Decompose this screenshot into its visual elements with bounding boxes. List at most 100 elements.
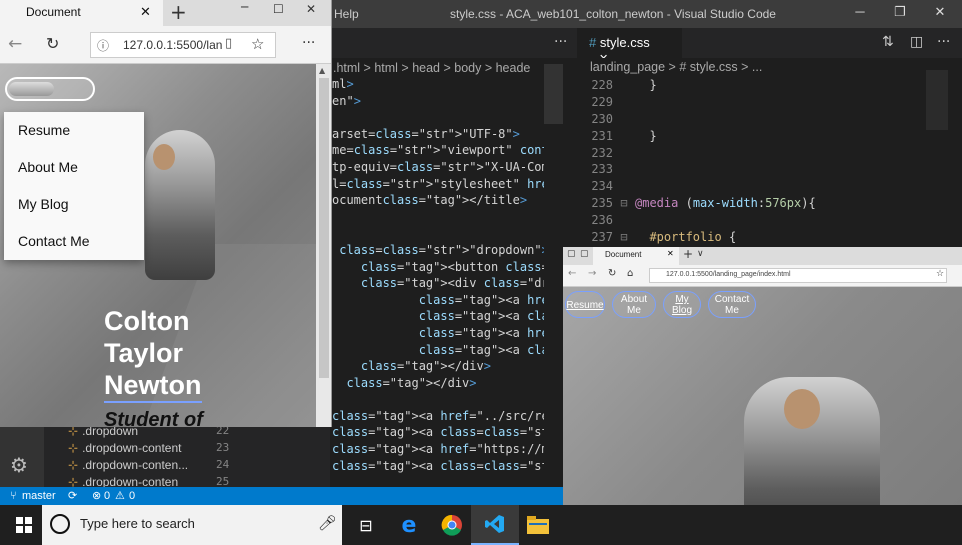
fold-icon[interactable] xyxy=(613,77,635,94)
split-editor-icon[interactable]: ◫ xyxy=(910,34,923,50)
preview-tab[interactable]: Document ✕ xyxy=(593,247,679,265)
nav-about[interactable]: About Me xyxy=(612,291,656,318)
code-line[interactable]: class="tag"><a href="../src/resume/resum… xyxy=(332,408,544,425)
nav-resume[interactable]: Resume xyxy=(565,291,605,318)
fold-icon[interactable] xyxy=(613,212,635,229)
menu-item-about[interactable]: About Me xyxy=(18,159,78,175)
fold-icon[interactable] xyxy=(613,94,635,111)
chrome-taskbar-icon[interactable] xyxy=(428,505,476,545)
fold-icon[interactable]: ⊟ xyxy=(613,195,635,212)
reading-view-icon[interactable]: ▯ xyxy=(225,36,232,51)
left-code-editor[interactable]: ml> en"> arset=class="str">"UTF-8"> me=cla… xyxy=(332,76,544,486)
nav-blog[interactable]: My Blog xyxy=(663,291,701,318)
sync-icon[interactable]: ⟳ xyxy=(68,489,77,502)
refresh-icon[interactable]: ↻ xyxy=(46,34,59,53)
gear-icon[interactable]: ⚙ xyxy=(10,453,28,477)
back-icon[interactable]: ← xyxy=(8,34,22,54)
microphone-icon[interactable]: 🎤︎ xyxy=(318,514,337,532)
favorite-star-icon[interactable]: ☆ xyxy=(936,269,944,279)
code-line[interactable]: class="tag"><a class=class="str">"has-bo… xyxy=(332,458,544,475)
fold-icon[interactable] xyxy=(613,128,635,145)
code-text[interactable]: } xyxy=(635,128,656,145)
address-bar[interactable]: 127.0.0.1:5500/landing_page/index.html ☆ xyxy=(649,268,947,283)
code-line[interactable]: 230 xyxy=(577,111,922,128)
code-line[interactable]: class="tag"><a class="has-border xyxy=(332,342,544,359)
code-line[interactable] xyxy=(332,209,544,226)
task-view-icon[interactable]: ⊟ xyxy=(342,505,390,545)
minimize-icon[interactable]: ─ xyxy=(850,4,870,19)
edge-tab[interactable]: Document ✕ xyxy=(0,0,163,26)
right-code-editor[interactable]: 228 } 229 230 231 } 232 233 234 235 ⊟ @media (max… xyxy=(577,77,922,247)
windows-start-icon[interactable] xyxy=(0,505,48,545)
back-icon[interactable]: ← xyxy=(568,268,576,279)
breadcrumb-text[interactable]: .html > html > head > body > heade xyxy=(333,61,530,75)
breadcrumb-text[interactable]: landing_page > # style.css > ... xyxy=(590,60,762,74)
code-text[interactable]: #portfolio { xyxy=(635,229,736,246)
menu-item-blog[interactable]: My Blog xyxy=(18,196,69,212)
fold-icon[interactable] xyxy=(613,178,635,195)
scroll-up-icon[interactable]: ▲ xyxy=(319,66,325,75)
code-line[interactable]: class="tag"><div class="dropdown-conten xyxy=(332,275,544,292)
file-explorer-icon[interactable] xyxy=(514,505,562,545)
refresh-icon[interactable]: ↻ xyxy=(608,268,616,279)
code-line[interactable]: ocumentclass="tag"></title> xyxy=(332,192,544,209)
outline-item[interactable]: ⊹ .dropdown-conten xyxy=(68,475,178,487)
restore-icon[interactable]: ❐ xyxy=(890,4,910,20)
tab-close-icon[interactable]: ✕ xyxy=(140,4,151,20)
code-line[interactable]: 229 xyxy=(577,94,922,111)
code-line[interactable]: 236 xyxy=(577,212,922,229)
address-bar[interactable]: ⓘ 127.0.0.1:5500/lan ▯ ☆ xyxy=(90,32,276,58)
code-line[interactable]: class="tag"><a class="has-border xyxy=(332,308,544,325)
code-line[interactable] xyxy=(332,225,544,242)
outline-item[interactable]: ⊹ .dropdown-content xyxy=(68,441,181,455)
new-tab-icon[interactable]: + xyxy=(170,0,187,24)
warning-icon[interactable]: ⚠ xyxy=(115,489,125,502)
code-line[interactable] xyxy=(332,109,544,126)
code-line[interactable] xyxy=(332,391,544,408)
close-icon[interactable]: ✕ xyxy=(306,2,316,16)
code-line[interactable]: 232 xyxy=(577,145,922,162)
code-line[interactable]: ml> xyxy=(332,76,544,93)
error-icon[interactable]: ⊗ xyxy=(92,489,101,502)
compare-icon[interactable]: ⇅ xyxy=(882,34,894,50)
info-icon[interactable]: ⓘ xyxy=(97,37,109,54)
code-line[interactable]: class="tag"><a href="../src/resu xyxy=(332,292,544,309)
tab-close-icon[interactable]: ✕ xyxy=(667,249,674,258)
code-line[interactable]: 234 xyxy=(577,178,922,195)
warning-count[interactable]: 0 xyxy=(129,490,135,502)
outline-item[interactable]: ⊹ .dropdown xyxy=(68,427,138,438)
code-line[interactable]: arset=class="str">"UTF-8"> xyxy=(332,126,544,143)
edge-scrollbar[interactable]: ▲ xyxy=(316,64,331,427)
error-count[interactable]: 0 xyxy=(104,490,110,502)
maximize-icon[interactable]: ☐ xyxy=(273,2,284,16)
nav-contact[interactable]: Contact Me xyxy=(708,291,756,318)
more-actions-icon[interactable]: ··· xyxy=(554,34,567,50)
outline-item[interactable]: ⊹ .dropdown-conten... xyxy=(68,458,188,472)
tab-style-css[interactable]: # style.css ✕ xyxy=(577,28,682,65)
fold-icon[interactable]: ⊟ xyxy=(613,229,635,246)
code-line[interactable]: 237 ⊟ #portfolio { xyxy=(577,229,922,246)
code-line[interactable]: class="tag"></div> xyxy=(332,358,544,375)
code-text[interactable]: @media (max-width:576px){ xyxy=(635,195,816,212)
branch-name[interactable]: master xyxy=(22,490,56,502)
code-line[interactable]: l=class="str">"stylesheet" href="./style… xyxy=(332,176,544,193)
scroll-thumb[interactable] xyxy=(319,78,329,378)
code-line[interactable]: tp-equiv=class="str">"X-UA-Compatible" c… xyxy=(332,159,544,176)
taskbar-search-box[interactable]: Type here to search 🎤︎ xyxy=(42,505,342,545)
more-actions-icon[interactable]: ··· xyxy=(937,34,950,50)
code-line[interactable]: class="tag"><button class=class="str">"d… xyxy=(332,259,544,276)
chevron-down-icon[interactable]: ∨ xyxy=(697,249,704,259)
more-icon[interactable]: ··· xyxy=(302,35,315,51)
code-line[interactable]: class="tag"><a href="https://medium.com/… xyxy=(332,441,544,458)
code-line[interactable]: class=class="str">"dropdown"> xyxy=(332,242,544,259)
minimap[interactable] xyxy=(544,64,563,124)
dropdown-button[interactable] xyxy=(5,77,95,101)
menu-help[interactable]: Help xyxy=(334,7,359,21)
code-line[interactable]: en"> xyxy=(332,93,544,110)
forward-icon[interactable]: → xyxy=(588,268,596,279)
minimap[interactable] xyxy=(926,70,948,130)
code-line[interactable]: 231 } xyxy=(577,128,922,145)
fold-icon[interactable] xyxy=(613,161,635,178)
vscode-taskbar-icon[interactable] xyxy=(471,505,519,545)
code-line[interactable]: class="tag"><a href="https://med xyxy=(332,325,544,342)
